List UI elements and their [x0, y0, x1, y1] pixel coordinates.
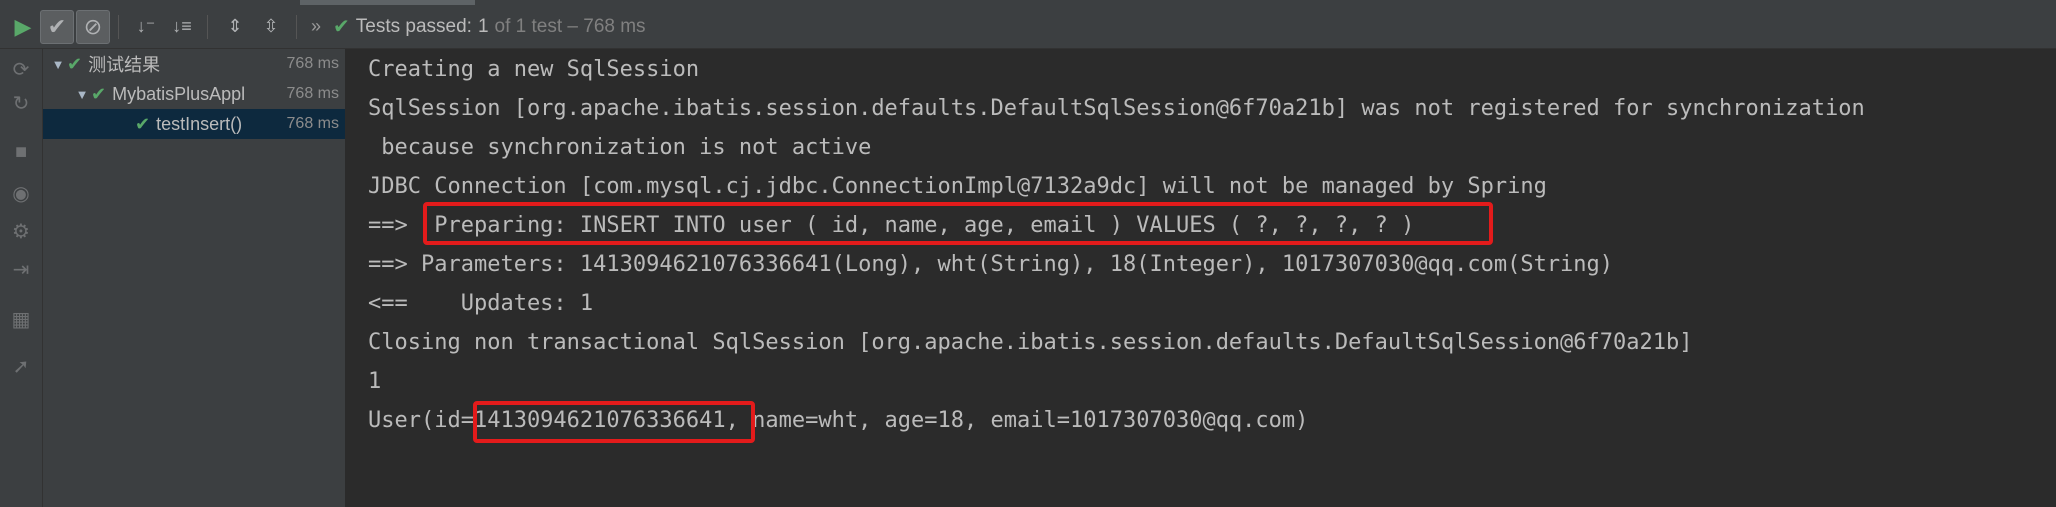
summary-rest: of 1 test – 768 ms: [494, 15, 646, 37]
tree-item-class[interactable]: ▼ ✔ MybatisPlusAppl 768 ms: [43, 79, 345, 109]
tree-item-label: MybatisPlusAppl: [112, 83, 246, 104]
tree-item-root[interactable]: ▼ ✔ 测试结果 768 ms: [43, 49, 345, 79]
console-line: <== Updates: 1: [368, 291, 594, 316]
expand-arrow-icon[interactable]: ▼: [49, 57, 67, 72]
more-actions-chevron[interactable]: »: [311, 16, 321, 37]
sort-alpha-icon[interactable]: ↓⁻: [129, 10, 163, 44]
expand-arrow-icon[interactable]: ▼: [73, 87, 91, 102]
toolbar-separator: [207, 14, 208, 39]
console-output[interactable]: Creating a new SqlSession SqlSession [or…: [346, 49, 2056, 507]
settings-icon[interactable]: ⚙: [0, 219, 42, 244]
toolbar-separator: [296, 14, 297, 39]
layout-icon[interactable]: ▦: [0, 307, 42, 332]
exit-icon[interactable]: ⇥: [0, 257, 42, 282]
console-line: Creating a new SqlSession: [368, 57, 700, 82]
console-line: Closing non transactional SqlSession [or…: [368, 330, 1693, 355]
rerun-failed-icon[interactable]: ⟳: [0, 57, 42, 82]
passed-check-icon: ✔: [67, 53, 83, 74]
tree-item-label: testInsert(): [156, 113, 243, 134]
tree-item-time: 768 ms: [286, 55, 339, 72]
console-line: 1: [368, 369, 382, 394]
run-icon[interactable]: ▶: [8, 10, 38, 44]
highlight-box-id: [473, 401, 755, 443]
tree-item-time: 768 ms: [286, 115, 339, 132]
tree-item-method[interactable]: ✔ testInsert() 768 ms: [43, 109, 345, 139]
passed-check-icon: ✔: [333, 16, 350, 38]
test-summary: ✔ Tests passed: 1 of 1 test – 768 ms: [333, 14, 646, 39]
tree-item-label: 测试结果: [88, 55, 161, 75]
console-line: JDBC Connection [com.mysql.cj.jdbc.Conne…: [368, 174, 1547, 199]
summary-prefix: Tests passed:: [355, 15, 472, 37]
pin-icon[interactable]: ➚: [0, 354, 42, 379]
passed-check-icon: ✔: [91, 83, 107, 104]
passed-count: 1: [477, 15, 489, 37]
console-line: SqlSession [org.apache.ibatis.session.de…: [368, 96, 1865, 121]
console-line: ==> Parameters: 1413094621076336641(Long…: [368, 252, 1614, 277]
console-scrollbar[interactable]: [2042, 49, 2056, 507]
toolbar-separator: [118, 14, 119, 39]
test-tree: ▼ ✔ 测试结果 768 ms ▼ ✔ MybatisPlusAppl 768 …: [43, 49, 346, 507]
highlight-box-sql: [423, 202, 1493, 245]
collapse-all-icon[interactable]: ⇳: [254, 10, 288, 44]
sort-duration-icon[interactable]: ↓≡: [165, 10, 199, 44]
toggle-auto-test-icon[interactable]: ↻: [0, 91, 42, 116]
console-line: because synchronization is not active: [368, 135, 872, 160]
stop-icon[interactable]: ■: [0, 141, 42, 164]
check-icon[interactable]: ✔: [40, 9, 74, 44]
passed-check-icon: ✔: [135, 113, 151, 134]
left-gutter: ⟳ ↻ ■ ◉ ⚙ ⇥ ▦ ➚: [0, 49, 43, 507]
camera-icon[interactable]: ◉: [0, 181, 42, 206]
test-toolbar: ▶ ✔ ⊘ ↓⁻ ↓≡ ⇕ ⇳ » ✔ Tests passed: 1 of 1…: [0, 5, 2056, 49]
expand-all-icon[interactable]: ⇕: [218, 10, 252, 44]
ignore-icon[interactable]: ⊘: [76, 9, 110, 44]
tree-item-time: 768 ms: [286, 85, 339, 102]
